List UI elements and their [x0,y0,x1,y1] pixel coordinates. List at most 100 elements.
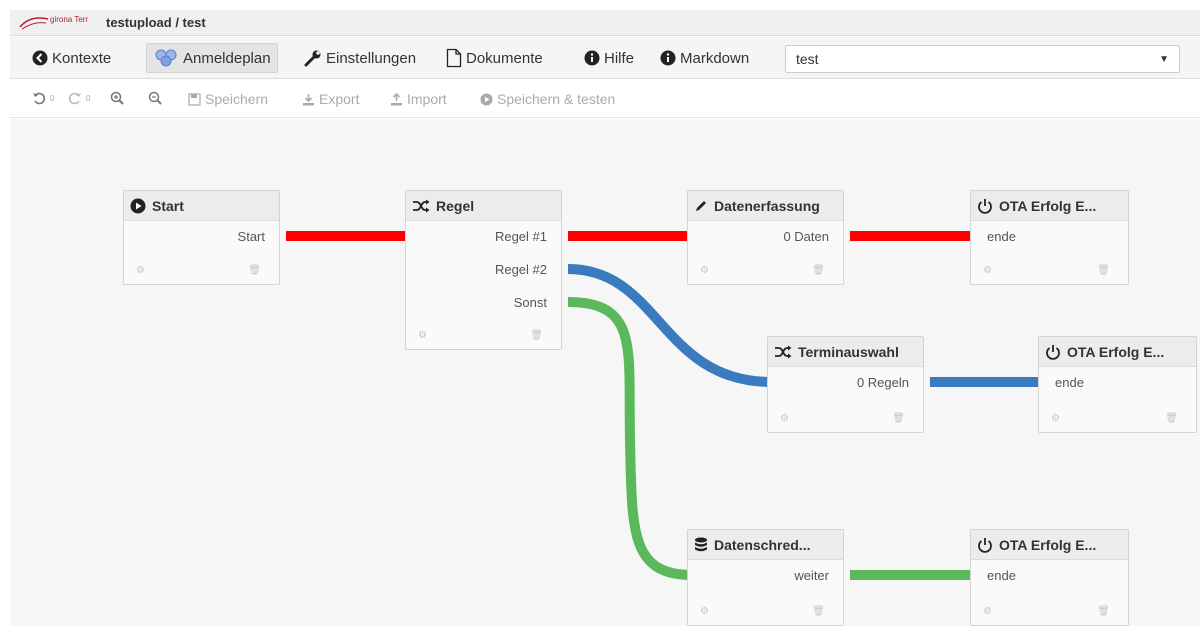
play-circle-icon [480,93,493,105]
trash-icon[interactable]: 🗑 [248,265,261,276]
settings-icon[interactable]: ⚙ [418,330,427,341]
export-button[interactable]: Export [302,91,359,107]
trash-icon[interactable]: 🗑 [1165,413,1178,424]
trash-icon[interactable]: 🗑 [812,265,825,276]
node-ota-1-header: OTA Erfolg E... [971,191,1128,221]
node-datenschred[interactable]: Datenschred... weiter ⚙ 🗑 [687,529,844,626]
chevron-down-icon: ▼ [1159,53,1169,65]
nav-kontexte[interactable]: Kontexte [26,43,117,73]
zoom-in-button[interactable] [110,91,128,105]
save-label: Speichern [205,91,269,107]
redo-button[interactable]: 0 [68,91,90,105]
save-test-button[interactable]: Speichern & testen [480,91,615,107]
logo: girona Termin [18,13,88,33]
trash-icon[interactable]: 🗑 [1097,265,1110,276]
node-ota-3-title: OTA Erfolg E... [999,536,1097,553]
settings-icon[interactable]: ⚙ [1051,413,1060,424]
save-button[interactable]: Speichern [188,91,268,107]
node-ota-3-header: OTA Erfolg E... [971,530,1128,560]
node-ota-3[interactable]: OTA Erfolg E... ende ⚙ 🗑 [970,529,1129,626]
settings-icon[interactable]: ⚙ [780,413,789,424]
shuffle-icon [413,199,430,212]
power-icon [978,198,992,214]
node-regel-header: Regel [406,191,561,221]
zoom-out-icon [148,91,162,105]
port-ota-1-input[interactable]: ende [987,229,1016,244]
node-regel[interactable]: Regel Regel #1 Regel #2 Sonst ⚙ 🗑 [405,190,562,350]
arrow-left-circle-icon [32,50,48,66]
port-regel-output-1[interactable]: Regel #1 [495,229,547,244]
network-icon [155,49,177,67]
node-datenerfassung-title: Datenerfassung [714,197,820,214]
port-regel-output-2[interactable]: Regel #2 [495,262,547,277]
info-icon [660,50,676,66]
node-terminauswahl-title: Terminauswahl [798,343,899,360]
node-start-title: Start [152,197,184,214]
node-ota-2-header: OTA Erfolg E... [1039,337,1196,367]
context-select[interactable]: test ▼ [785,45,1180,73]
trash-icon[interactable]: 🗑 [892,413,905,424]
upload-icon [391,92,402,105]
port-datenerfassung-output[interactable]: 0 Daten [783,229,829,244]
node-terminauswahl-header: Terminauswahl [768,337,923,367]
settings-icon[interactable]: ⚙ [700,265,709,276]
nav-dokumente-label: Dokumente [466,49,543,67]
undo-count: 0 [50,93,55,103]
import-label: Import [407,91,447,107]
info-icon [584,50,600,66]
trash-icon[interactable]: 🗑 [1097,606,1110,617]
page-title: testupload / test [106,15,206,30]
node-datenerfassung-header: Datenerfassung [688,191,843,221]
title-bar: girona Termin testupload / test [10,10,1200,36]
node-start[interactable]: Start Start ⚙ 🗑 [123,190,280,285]
wrench-icon [304,50,321,67]
power-icon [978,537,992,553]
nav-bar: Kontexte Anmeldeplan Einstellungen Dokum… [10,37,1200,79]
nav-anmeldeplan[interactable]: Anmeldeplan [146,43,278,73]
export-label: Export [319,91,360,107]
port-ota-2-input[interactable]: ende [1055,375,1084,390]
node-datenschred-title: Datenschred... [714,536,811,553]
zoom-out-button[interactable] [148,91,166,105]
undo-icon [33,92,46,105]
svg-text:girona Termin: girona Termin [50,15,88,24]
toolbar: 0 0 Speichern Export Import Speichern & … [10,80,1200,118]
trash-icon[interactable]: 🗑 [530,330,543,341]
import-button[interactable]: Import [390,91,447,107]
pencil-icon [696,200,706,211]
shuffle-icon [775,345,792,358]
nav-markdown-label: Markdown [680,49,750,67]
port-start-output[interactable]: Start [238,229,265,244]
nav-einstellungen-label: Einstellungen [326,49,417,67]
port-regel-output-3[interactable]: Sonst [514,295,547,310]
trash-icon[interactable]: 🗑 [812,606,825,617]
redo-count: 0 [86,93,91,103]
port-ota-3-input[interactable]: ende [987,568,1016,583]
undo-button[interactable]: 0 [32,91,54,105]
port-terminauswahl-output[interactable]: 0 Regeln [857,375,909,390]
node-ota-2[interactable]: OTA Erfolg E... ende ⚙ 🗑 [1038,336,1197,433]
settings-icon[interactable]: ⚙ [136,265,145,276]
node-datenschred-header: Datenschred... [688,530,843,560]
nav-kontexte-label: Kontexte [52,49,112,67]
settings-icon[interactable]: ⚙ [983,265,992,276]
power-icon [1046,344,1060,360]
node-ota-1-title: OTA Erfolg E... [999,197,1097,214]
nav-markdown[interactable]: Markdown [654,43,755,73]
redo-icon [68,92,81,105]
settings-icon[interactable]: ⚙ [700,606,709,617]
port-datenschred-output[interactable]: weiter [794,568,829,583]
context-select-value: test [796,51,819,67]
node-ota-1[interactable]: OTA Erfolg E... ende ⚙ 🗑 [970,190,1129,285]
node-datenerfassung[interactable]: Datenerfassung 0 Daten ⚙ 🗑 [687,190,844,285]
node-terminauswahl[interactable]: Terminauswahl 0 Regeln ⚙ 🗑 [767,336,924,433]
nav-hilfe[interactable]: Hilfe [578,43,640,73]
save-test-label: Speichern & testen [497,91,616,107]
node-ota-2-title: OTA Erfolg E... [1067,343,1165,360]
document-icon [446,48,462,68]
nav-einstellungen[interactable]: Einstellungen [298,43,422,73]
settings-icon[interactable]: ⚙ [983,606,992,617]
nav-dokumente[interactable]: Dokumente [440,43,549,73]
node-start-header: Start [124,191,279,221]
download-icon [303,93,314,105]
